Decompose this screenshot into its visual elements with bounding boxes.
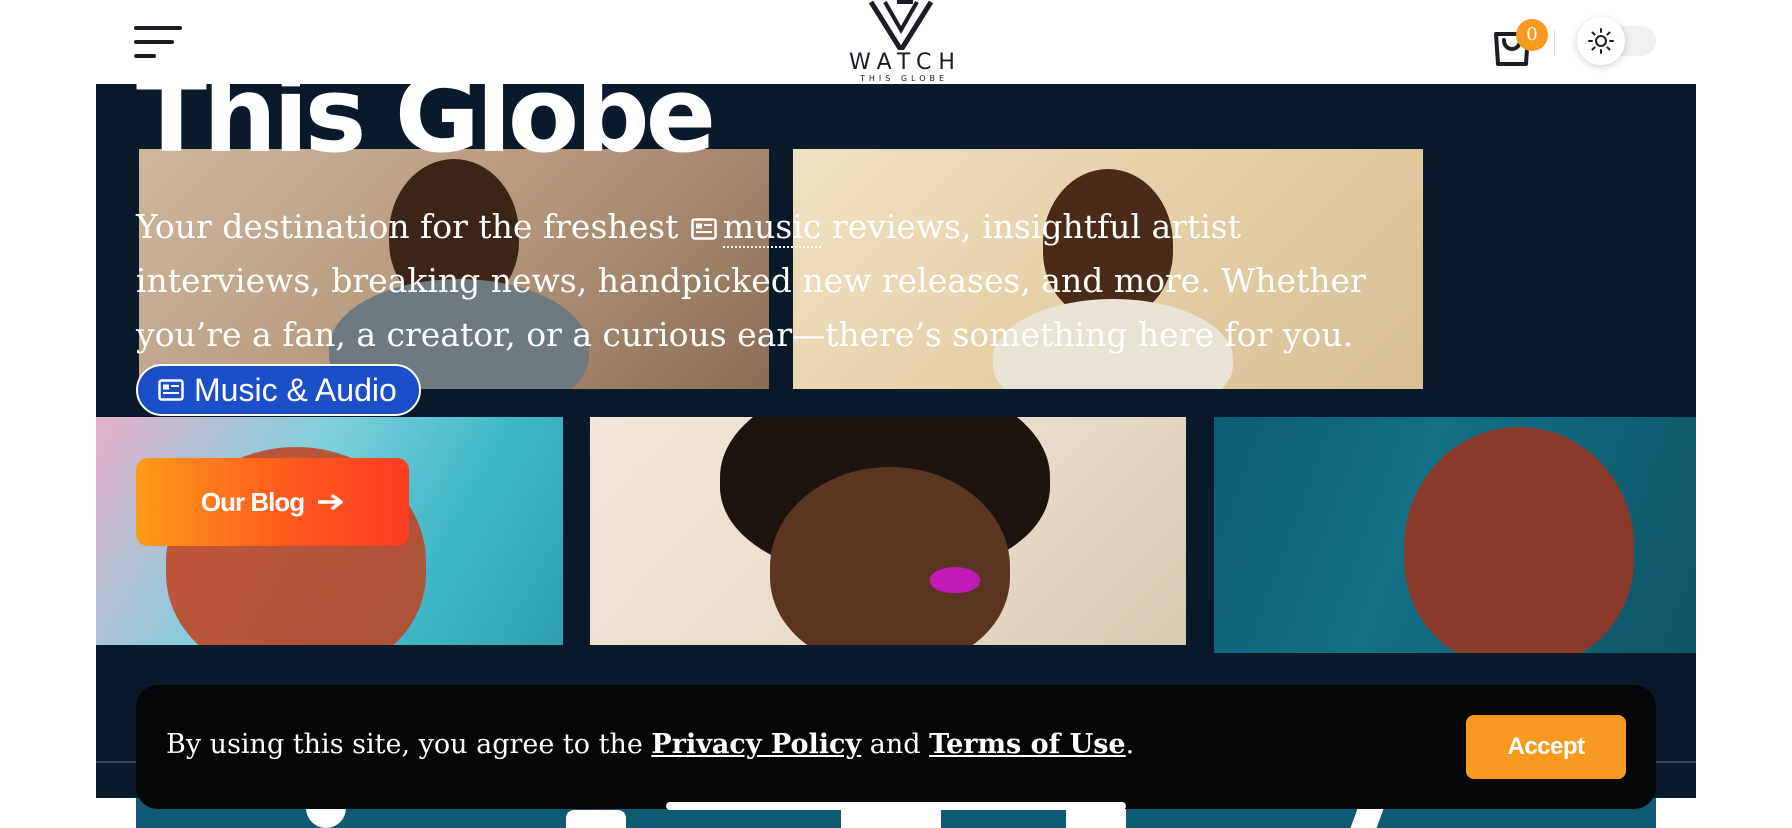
accept-button[interactable]: Accept	[1466, 715, 1626, 779]
cart-button[interactable]: 0	[1490, 14, 1548, 66]
newspaper-icon	[158, 379, 184, 401]
hero-description-start: Your destination for the freshest	[136, 207, 689, 246]
header-divider	[1554, 30, 1555, 56]
cookie-text-end: .	[1125, 729, 1135, 760]
cart-count-badge: 0	[1516, 19, 1548, 51]
newspaper-icon	[691, 218, 717, 240]
strip-graphic	[566, 810, 626, 828]
cookie-consent-text: By using this site, you agree to the Pri…	[166, 727, 1134, 763]
logo-wordmark: WATCH	[849, 50, 962, 75]
arrow-right-icon	[318, 494, 343, 510]
logo-mark-icon	[869, 0, 934, 50]
hero-description: Your destination for the freshest music …	[136, 200, 1386, 362]
artist-photo-4	[590, 417, 1186, 645]
site-logo[interactable]: WATCH THIS GLOBE	[832, 0, 972, 84]
music-keyword-link[interactable]: music	[722, 207, 822, 248]
logo-subtitle: THIS GLOBE	[859, 74, 949, 83]
our-blog-button[interactable]: Our Blog	[136, 458, 409, 546]
blog-button-label: Our Blog	[200, 486, 305, 517]
cookie-consent-bar: By using this site, you agree to the Pri…	[136, 685, 1656, 809]
artist-lips	[930, 567, 980, 593]
menu-bar	[134, 54, 156, 58]
menu-bar	[134, 26, 182, 30]
site-header: WATCH THIS GLOBE 0	[0, 0, 1792, 84]
artist-photo-5	[1214, 417, 1696, 653]
music-audio-tag[interactable]: Music & Audio	[136, 364, 421, 416]
sun-icon	[1588, 28, 1614, 54]
cookie-text-middle: and	[861, 729, 930, 760]
privacy-policy-link[interactable]: Privacy Policy	[651, 729, 861, 760]
cookie-text-start: By using this site, you agree to the	[166, 729, 652, 760]
theme-toggle-knob	[1577, 17, 1625, 65]
hamburger-menu-icon[interactable]	[134, 24, 186, 62]
tag-label: Music & Audio	[194, 372, 397, 408]
theme-toggle[interactable]	[1577, 17, 1656, 65]
horizontal-scrollbar[interactable]	[666, 802, 1126, 810]
artist-figure	[1404, 427, 1634, 653]
menu-bar	[134, 40, 174, 44]
terms-of-use-link[interactable]: Terms of Use	[929, 729, 1126, 760]
